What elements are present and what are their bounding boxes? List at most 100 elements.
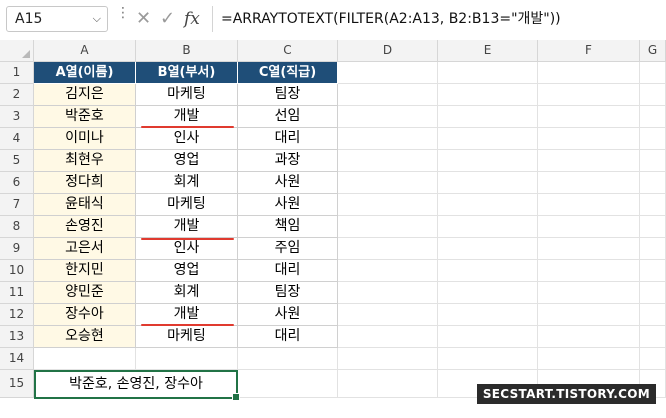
check-icon[interactable]: ✓ — [160, 8, 175, 30]
grid-cell[interactable] — [640, 62, 666, 84]
grid-cell[interactable] — [538, 106, 640, 128]
grid-cell[interactable] — [438, 282, 538, 304]
grid-cell[interactable] — [538, 238, 640, 260]
grid-cell[interactable] — [338, 106, 438, 128]
grid-cell[interactable] — [238, 370, 338, 398]
row-header-11[interactable]: 11 — [0, 282, 34, 304]
grid-cell[interactable] — [338, 326, 438, 348]
column-header-d[interactable]: D — [338, 40, 438, 62]
grid-cell[interactable] — [538, 172, 640, 194]
grid-cell[interactable] — [640, 172, 666, 194]
grid-cell[interactable] — [438, 172, 538, 194]
table-cell[interactable]: 영업 — [136, 150, 238, 172]
row-header-8[interactable]: 8 — [0, 216, 34, 238]
table-cell[interactable]: 인사 — [136, 128, 238, 150]
table-cell[interactable]: 인사 — [136, 238, 238, 260]
fill-handle[interactable] — [232, 393, 240, 401]
grid-cell[interactable] — [338, 370, 438, 398]
table-header[interactable]: A열(이름) — [34, 62, 136, 84]
table-cell[interactable]: 회계 — [136, 172, 238, 194]
select-all-corner[interactable] — [0, 40, 34, 62]
row-header-10[interactable]: 10 — [0, 260, 34, 282]
grid-cell[interactable] — [538, 282, 640, 304]
grid-cell[interactable] — [438, 238, 538, 260]
table-cell[interactable]: 개발 — [136, 216, 238, 238]
row-header-4[interactable]: 4 — [0, 128, 34, 150]
grid-cell[interactable] — [640, 150, 666, 172]
grid-cell[interactable] — [538, 150, 640, 172]
row-header-6[interactable]: 6 — [0, 172, 34, 194]
grid-cell[interactable] — [338, 304, 438, 326]
table-cell[interactable]: 사원 — [238, 172, 338, 194]
grid-cell[interactable] — [338, 238, 438, 260]
row-header-5[interactable]: 5 — [0, 150, 34, 172]
grid-cell[interactable] — [338, 150, 438, 172]
grid-cell[interactable] — [538, 84, 640, 106]
grid-cell[interactable] — [34, 348, 136, 370]
row-header-2[interactable]: 2 — [0, 84, 34, 106]
grid-cell[interactable] — [538, 62, 640, 84]
grid-cell[interactable] — [438, 150, 538, 172]
table-cell[interactable]: 책임 — [238, 216, 338, 238]
row-header-12[interactable]: 12 — [0, 304, 34, 326]
formula-input[interactable]: =ARRAYTOTEXT(FILTER(A2:A13, B2:B13="개발")… — [212, 6, 666, 32]
column-header-f[interactable]: F — [538, 40, 640, 62]
grid-cell[interactable] — [438, 194, 538, 216]
grid-cell[interactable] — [438, 260, 538, 282]
column-header-e[interactable]: E — [438, 40, 538, 62]
table-header[interactable]: B열(부서) — [136, 62, 238, 84]
column-header-g[interactable]: G — [640, 40, 666, 62]
table-cell[interactable]: 오승현 — [34, 326, 136, 348]
table-cell[interactable]: 주임 — [238, 238, 338, 260]
table-cell[interactable]: 대리 — [238, 128, 338, 150]
table-cell[interactable]: 개발 — [136, 106, 238, 128]
grid-cell[interactable] — [438, 348, 538, 370]
table-cell[interactable]: 김지은 — [34, 84, 136, 106]
grid-cell[interactable] — [438, 326, 538, 348]
row-header-15[interactable]: 15 — [0, 370, 34, 398]
grid-cell[interactable] — [640, 194, 666, 216]
grid-cell[interactable] — [438, 304, 538, 326]
grid-cell[interactable] — [338, 84, 438, 106]
function-icon[interactable]: fx — [184, 8, 200, 30]
table-cell[interactable]: 양민준 — [34, 282, 136, 304]
grid-cell[interactable] — [640, 84, 666, 106]
grid-cell[interactable] — [640, 128, 666, 150]
table-cell[interactable]: 선임 — [238, 106, 338, 128]
grid-cell[interactable] — [640, 216, 666, 238]
grid-cell[interactable] — [338, 194, 438, 216]
column-header-b[interactable]: B — [136, 40, 238, 62]
more-vertical-icon[interactable]: ⋮ — [116, 6, 130, 20]
grid-cell[interactable] — [538, 260, 640, 282]
grid-cell[interactable] — [640, 260, 666, 282]
grid-cell[interactable] — [538, 128, 640, 150]
table-cell[interactable]: 손영진 — [34, 216, 136, 238]
grid-cell[interactable] — [338, 348, 438, 370]
grid-cell[interactable] — [338, 62, 438, 84]
grid-cell[interactable] — [640, 326, 666, 348]
grid-cell[interactable] — [538, 304, 640, 326]
result-cell[interactable]: 박준호, 손영진, 장수아 — [34, 370, 240, 401]
grid-cell[interactable] — [538, 348, 640, 370]
table-cell[interactable]: 팀장 — [238, 84, 338, 106]
grid-cell[interactable] — [338, 282, 438, 304]
table-header[interactable]: C열(직급) — [238, 62, 338, 84]
chevron-down-icon[interactable]: ⌵ — [93, 7, 101, 31]
row-header-3[interactable]: 3 — [0, 106, 34, 128]
grid-cell[interactable] — [338, 216, 438, 238]
table-cell[interactable]: 최현우 — [34, 150, 136, 172]
grid-cell[interactable] — [136, 348, 238, 370]
grid-cell[interactable] — [640, 282, 666, 304]
grid-cell[interactable] — [338, 172, 438, 194]
grid-cell[interactable] — [538, 326, 640, 348]
table-cell[interactable]: 마케팅 — [136, 194, 238, 216]
row-header-7[interactable]: 7 — [0, 194, 34, 216]
table-cell[interactable]: 정다희 — [34, 172, 136, 194]
grid-cell[interactable] — [640, 106, 666, 128]
table-cell[interactable]: 대리 — [238, 260, 338, 282]
grid-cell[interactable] — [338, 128, 438, 150]
row-header-13[interactable]: 13 — [0, 326, 34, 348]
grid-cell[interactable] — [538, 194, 640, 216]
close-icon[interactable]: ✕ — [136, 8, 151, 30]
name-box[interactable]: A15 ⌵ — [6, 6, 108, 32]
